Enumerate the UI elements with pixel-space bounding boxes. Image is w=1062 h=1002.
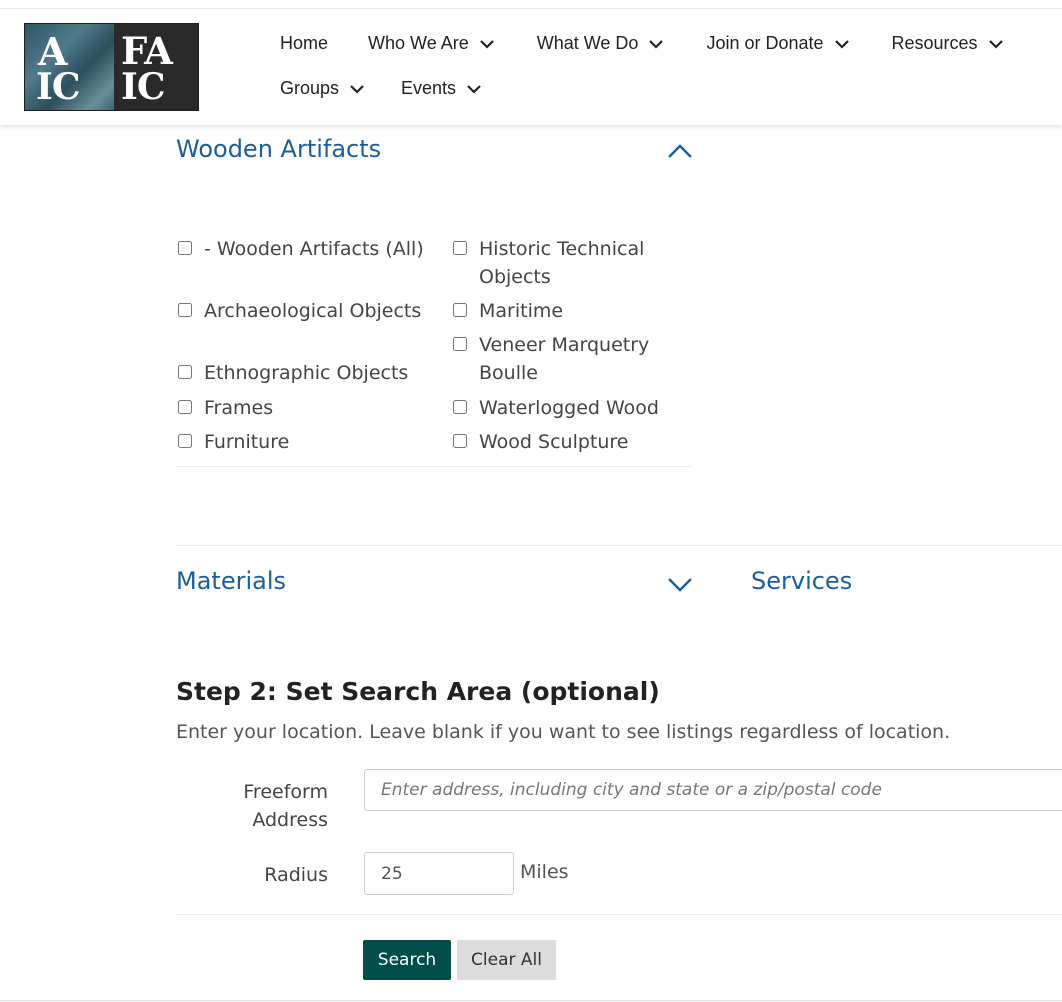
- radius-label: Radius: [264, 864, 328, 886]
- category-option[interactable]: Archaeological Objects: [176, 297, 424, 325]
- chevron-down-icon: [834, 36, 850, 52]
- nav-item-home[interactable]: Home: [280, 33, 328, 54]
- category-label: Maritime: [479, 300, 564, 322]
- search-button[interactable]: Search: [363, 940, 451, 980]
- chevron-down-icon: [988, 36, 1004, 52]
- nav-item-who-we-are[interactable]: Who We Are: [368, 33, 495, 54]
- chevron-down-icon: [479, 36, 495, 52]
- category-label: Veneer Marquetry Boulle: [479, 334, 650, 384]
- nav-item-what-we-do[interactable]: What We Do: [537, 33, 665, 54]
- logo-faic-panel: FA IC: [114, 24, 198, 110]
- category-label: Ethnographic Objects: [204, 362, 409, 384]
- main-nav-row-1: Home Who We Are What We Do Join or Donate Re…: [280, 33, 1004, 54]
- category-label: Furniture: [204, 431, 290, 453]
- category-checkbox[interactable]: [178, 303, 192, 317]
- logo-faic-letters-ic: IC: [121, 66, 165, 108]
- category-option[interactable]: - Wooden Artifacts (All): [176, 235, 424, 263]
- category-label: Archaeological Objects: [204, 300, 422, 322]
- category-checkbox[interactable]: [178, 365, 192, 379]
- category-option[interactable]: Veneer Marquetry Boulle: [451, 331, 681, 387]
- site-header: A IC FA IC Home Who We Are What We Do Join …: [0, 8, 1062, 125]
- wooden-artifacts-heading[interactable]: Wooden Artifacts: [176, 135, 381, 163]
- category-option[interactable]: Historic Technical Objects: [451, 235, 681, 291]
- category-checkbox[interactable]: [453, 434, 467, 448]
- nav-item-label: Resources: [891, 33, 978, 53]
- category-option[interactable]: Waterlogged Wood: [451, 394, 681, 422]
- category-option[interactable]: Ethnographic Objects: [176, 359, 424, 387]
- chevron-down-icon: [349, 81, 365, 97]
- materials-heading[interactable]: Materials: [176, 567, 286, 595]
- category-option[interactable]: Maritime: [451, 297, 681, 325]
- site-logo[interactable]: A IC FA IC: [24, 23, 199, 111]
- main-nav-row-2: Groups Events: [280, 78, 482, 99]
- category-label: Waterlogged Wood: [479, 397, 659, 419]
- section-divider: [176, 545, 1062, 546]
- services-heading[interactable]: Services: [751, 567, 852, 595]
- section-divider: [176, 466, 691, 467]
- address-input[interactable]: [364, 769, 1062, 811]
- logo-faic-letters-fa: FA: [121, 29, 173, 73]
- category-checkbox[interactable]: [453, 241, 467, 255]
- category-checkbox[interactable]: [178, 434, 192, 448]
- nav-item-label: What We Do: [536, 33, 639, 53]
- category-option[interactable]: Wood Sculpture: [451, 428, 681, 456]
- form-divider: [176, 914, 1062, 915]
- category-checkbox[interactable]: [453, 400, 467, 414]
- page: A IC FA IC Home Who We Are What We Do Join …: [0, 0, 1062, 1002]
- nav-item-resources[interactable]: Resources: [892, 33, 1004, 54]
- category-checkbox[interactable]: [178, 241, 192, 255]
- radius-units: Miles: [520, 861, 569, 883]
- logo-aic-panel: A IC: [25, 24, 114, 110]
- category-checkbox[interactable]: [178, 400, 192, 414]
- nav-item-events[interactable]: Events: [401, 78, 482, 99]
- radius-input[interactable]: [364, 852, 514, 895]
- category-label: Frames: [204, 397, 274, 419]
- category-option[interactable]: Furniture: [176, 428, 424, 456]
- address-label: Freeform Address: [243, 781, 328, 831]
- step-2-description: Enter your location. Leave blank if you …: [176, 721, 951, 743]
- category-label: - Wooden Artifacts (All): [204, 238, 424, 260]
- nav-item-groups[interactable]: Groups: [280, 78, 365, 99]
- clear-all-button[interactable]: Clear All: [457, 940, 556, 980]
- category-checkbox[interactable]: [453, 303, 467, 317]
- chevron-down-icon: [648, 36, 664, 52]
- logo-aic-letters-ic: IC: [36, 66, 80, 108]
- nav-item-label: Events: [401, 78, 457, 98]
- nav-item-label: Groups: [280, 78, 340, 98]
- nav-item-label: Join or Donate: [706, 33, 824, 53]
- nav-item-label: Home: [280, 33, 329, 53]
- category-option[interactable]: Frames: [176, 394, 424, 422]
- category-label: Historic Technical Objects: [479, 238, 645, 288]
- chevron-down-icon[interactable]: [667, 576, 693, 592]
- nav-item-join-or-donate[interactable]: Join or Donate: [706, 33, 849, 54]
- chevron-down-icon: [466, 81, 482, 97]
- chevron-up-icon[interactable]: [667, 143, 693, 159]
- footer-divider: [0, 1000, 1062, 1001]
- nav-item-label: Who We Are: [368, 33, 469, 53]
- category-checkbox[interactable]: [453, 337, 467, 351]
- step-2-heading: Step 2: Set Search Area (optional): [176, 677, 660, 706]
- category-label: Wood Sculpture: [479, 431, 629, 453]
